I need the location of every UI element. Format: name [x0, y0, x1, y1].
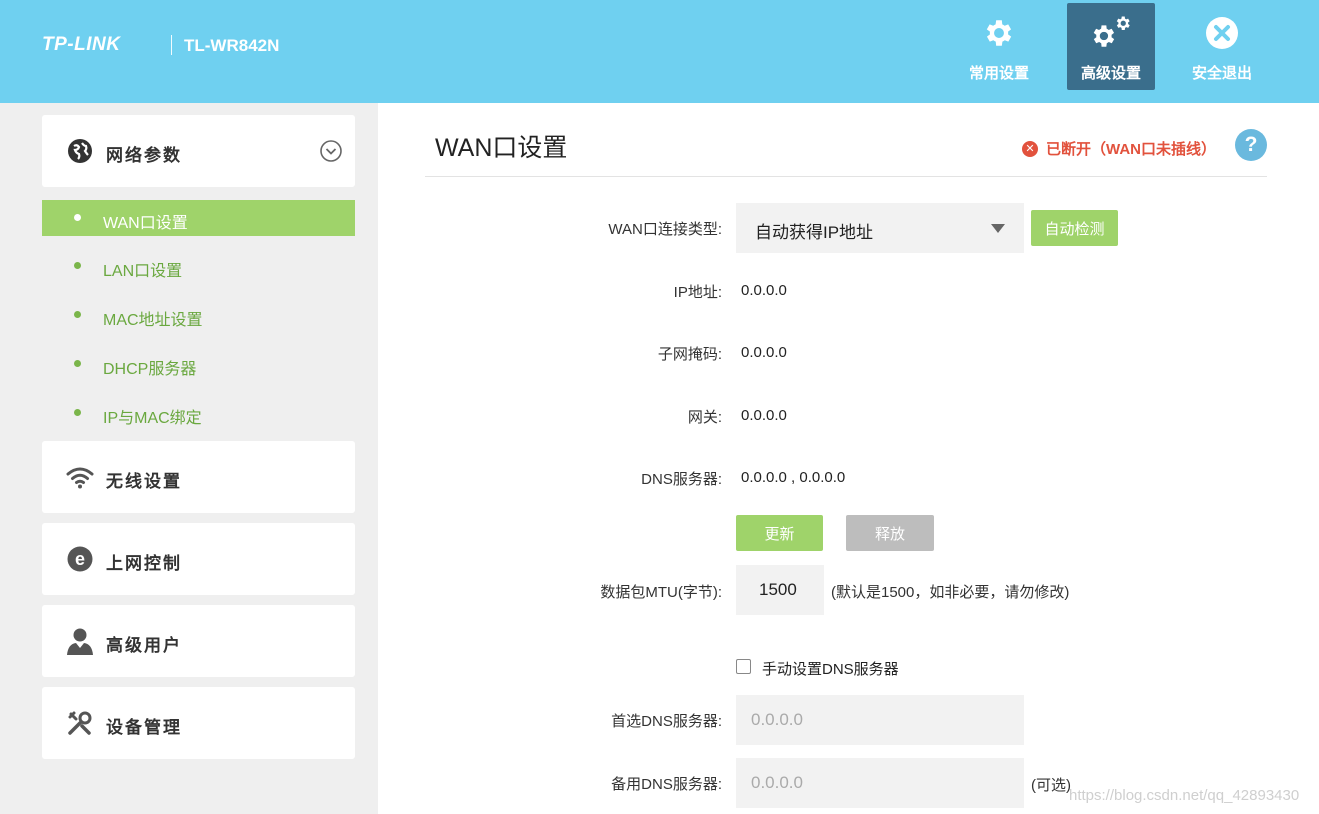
renew-button[interactable]: 更新: [736, 515, 823, 551]
mtu-label: 数据包MTU(字节):: [600, 584, 722, 601]
user-icon: [66, 627, 94, 655]
bullet-icon: [74, 214, 81, 221]
bullet-icon: [74, 262, 81, 269]
conn-type-select[interactable]: 自动获得IP地址: [736, 203, 1024, 253]
section-label: 上网控制: [106, 554, 182, 573]
ip-value: 0.0.0.0: [741, 282, 787, 299]
error-icon: ✕: [1022, 140, 1038, 157]
sidebar-item-wan[interactable]: WAN口设置: [42, 200, 355, 236]
close-icon: [1178, 13, 1266, 53]
wifi-icon: [66, 463, 94, 491]
brand-logo: TP-LINK: [42, 34, 121, 55]
sidebar-item-label: DHCP服务器: [103, 361, 197, 378]
sidebar-item-mac[interactable]: MAC地址设置: [42, 297, 355, 333]
nav-logout[interactable]: 安全退出: [1178, 3, 1266, 90]
sidebar-item-label: IP与MAC绑定: [103, 410, 202, 427]
auto-detect-button[interactable]: 自动检测: [1031, 210, 1118, 246]
section-label: 设备管理: [106, 718, 182, 737]
tools-icon: [66, 709, 94, 737]
conn-type-label: WAN口连接类型:: [608, 221, 722, 238]
globe-icon: [66, 137, 94, 165]
section-label: 无线设置: [106, 472, 182, 491]
manual-dns-checkbox[interactable]: [736, 659, 751, 674]
nav-common-settings[interactable]: 常用设置: [955, 3, 1043, 90]
mask-label: 子网掩码:: [657, 346, 722, 363]
nav-label: 安全退出: [1191, 65, 1252, 82]
sidebar-item-label: LAN口设置: [103, 263, 183, 280]
secondary-dns-label: 备用DNS服务器:: [611, 776, 722, 793]
chevron-down-icon[interactable]: [320, 140, 342, 162]
nav-label: 高级设置: [1080, 65, 1141, 82]
sidebar: 网络参数 WAN口设置 LAN口设置 MAC地址设置 DHCP服务器 IP与MA…: [0, 103, 378, 814]
conn-type-value: 自动获得IP地址: [755, 223, 874, 242]
secondary-dns-input[interactable]: [736, 758, 1024, 808]
sidebar-section-device-management[interactable]: 设备管理: [42, 687, 355, 759]
sidebar-section-network[interactable]: 网络参数: [42, 115, 355, 187]
sidebar-item-ip-mac-binding[interactable]: IP与MAC绑定: [42, 395, 355, 431]
mtu-input[interactable]: [736, 565, 824, 615]
gears-icon: [1067, 13, 1155, 53]
sidebar-section-advanced-users[interactable]: 高级用户: [42, 605, 355, 677]
nav-label: 常用设置: [968, 65, 1029, 82]
sidebar-item-label: MAC地址设置: [103, 312, 203, 329]
dns-value: 0.0.0.0 , 0.0.0.0: [741, 469, 846, 486]
mtu-note: (默认是1500，如非必要，请勿修改): [831, 584, 1070, 601]
manual-dns-label: 手动设置DNS服务器: [762, 661, 899, 678]
sidebar-section-wireless[interactable]: 无线设置: [42, 441, 355, 513]
gateway-value: 0.0.0.0: [741, 407, 787, 424]
optional-note: (可选): [1031, 777, 1071, 794]
bullet-icon: [74, 311, 81, 318]
nav-advanced-settings[interactable]: 高级设置: [1067, 3, 1155, 90]
section-label: 高级用户: [106, 636, 182, 655]
sidebar-item-lan[interactable]: LAN口设置: [42, 248, 355, 284]
watermark: https://blog.csdn.net/qq_42893430: [1069, 787, 1300, 804]
primary-dns-label: 首选DNS服务器:: [611, 713, 722, 730]
bullet-icon: [74, 360, 81, 367]
sidebar-item-label: WAN口设置: [103, 215, 188, 232]
dns-label: DNS服务器:: [641, 471, 722, 488]
help-icon[interactable]: ?: [1235, 129, 1267, 161]
ip-label: IP地址:: [673, 284, 722, 301]
primary-dns-input[interactable]: [736, 695, 1024, 745]
logo-separator: [171, 35, 172, 55]
gear-icon: [955, 13, 1043, 53]
internet-e-icon: e: [66, 545, 94, 573]
status-text: 已断开（WAN口未插线）: [1046, 141, 1216, 158]
mask-value: 0.0.0.0: [741, 344, 787, 361]
release-button[interactable]: 释放: [846, 515, 934, 551]
gateway-label: 网关:: [687, 409, 722, 426]
connection-status: ✕ 已断开（WAN口未插线）: [1022, 138, 1216, 159]
sidebar-section-internet-control[interactable]: e 上网控制: [42, 523, 355, 595]
top-header: TP-LINK TL-WR842N 常用设置 高级设置 安全退出: [0, 0, 1319, 103]
dropdown-caret-icon: [991, 224, 1005, 233]
page-title: WAN口设置: [435, 134, 568, 162]
title-divider: [425, 176, 1267, 177]
section-label: 网络参数: [106, 146, 182, 165]
model-name: TL-WR842N: [184, 36, 280, 55]
svg-text:e: e: [75, 549, 85, 569]
bullet-icon: [74, 409, 81, 416]
sidebar-item-dhcp[interactable]: DHCP服务器: [42, 346, 355, 382]
